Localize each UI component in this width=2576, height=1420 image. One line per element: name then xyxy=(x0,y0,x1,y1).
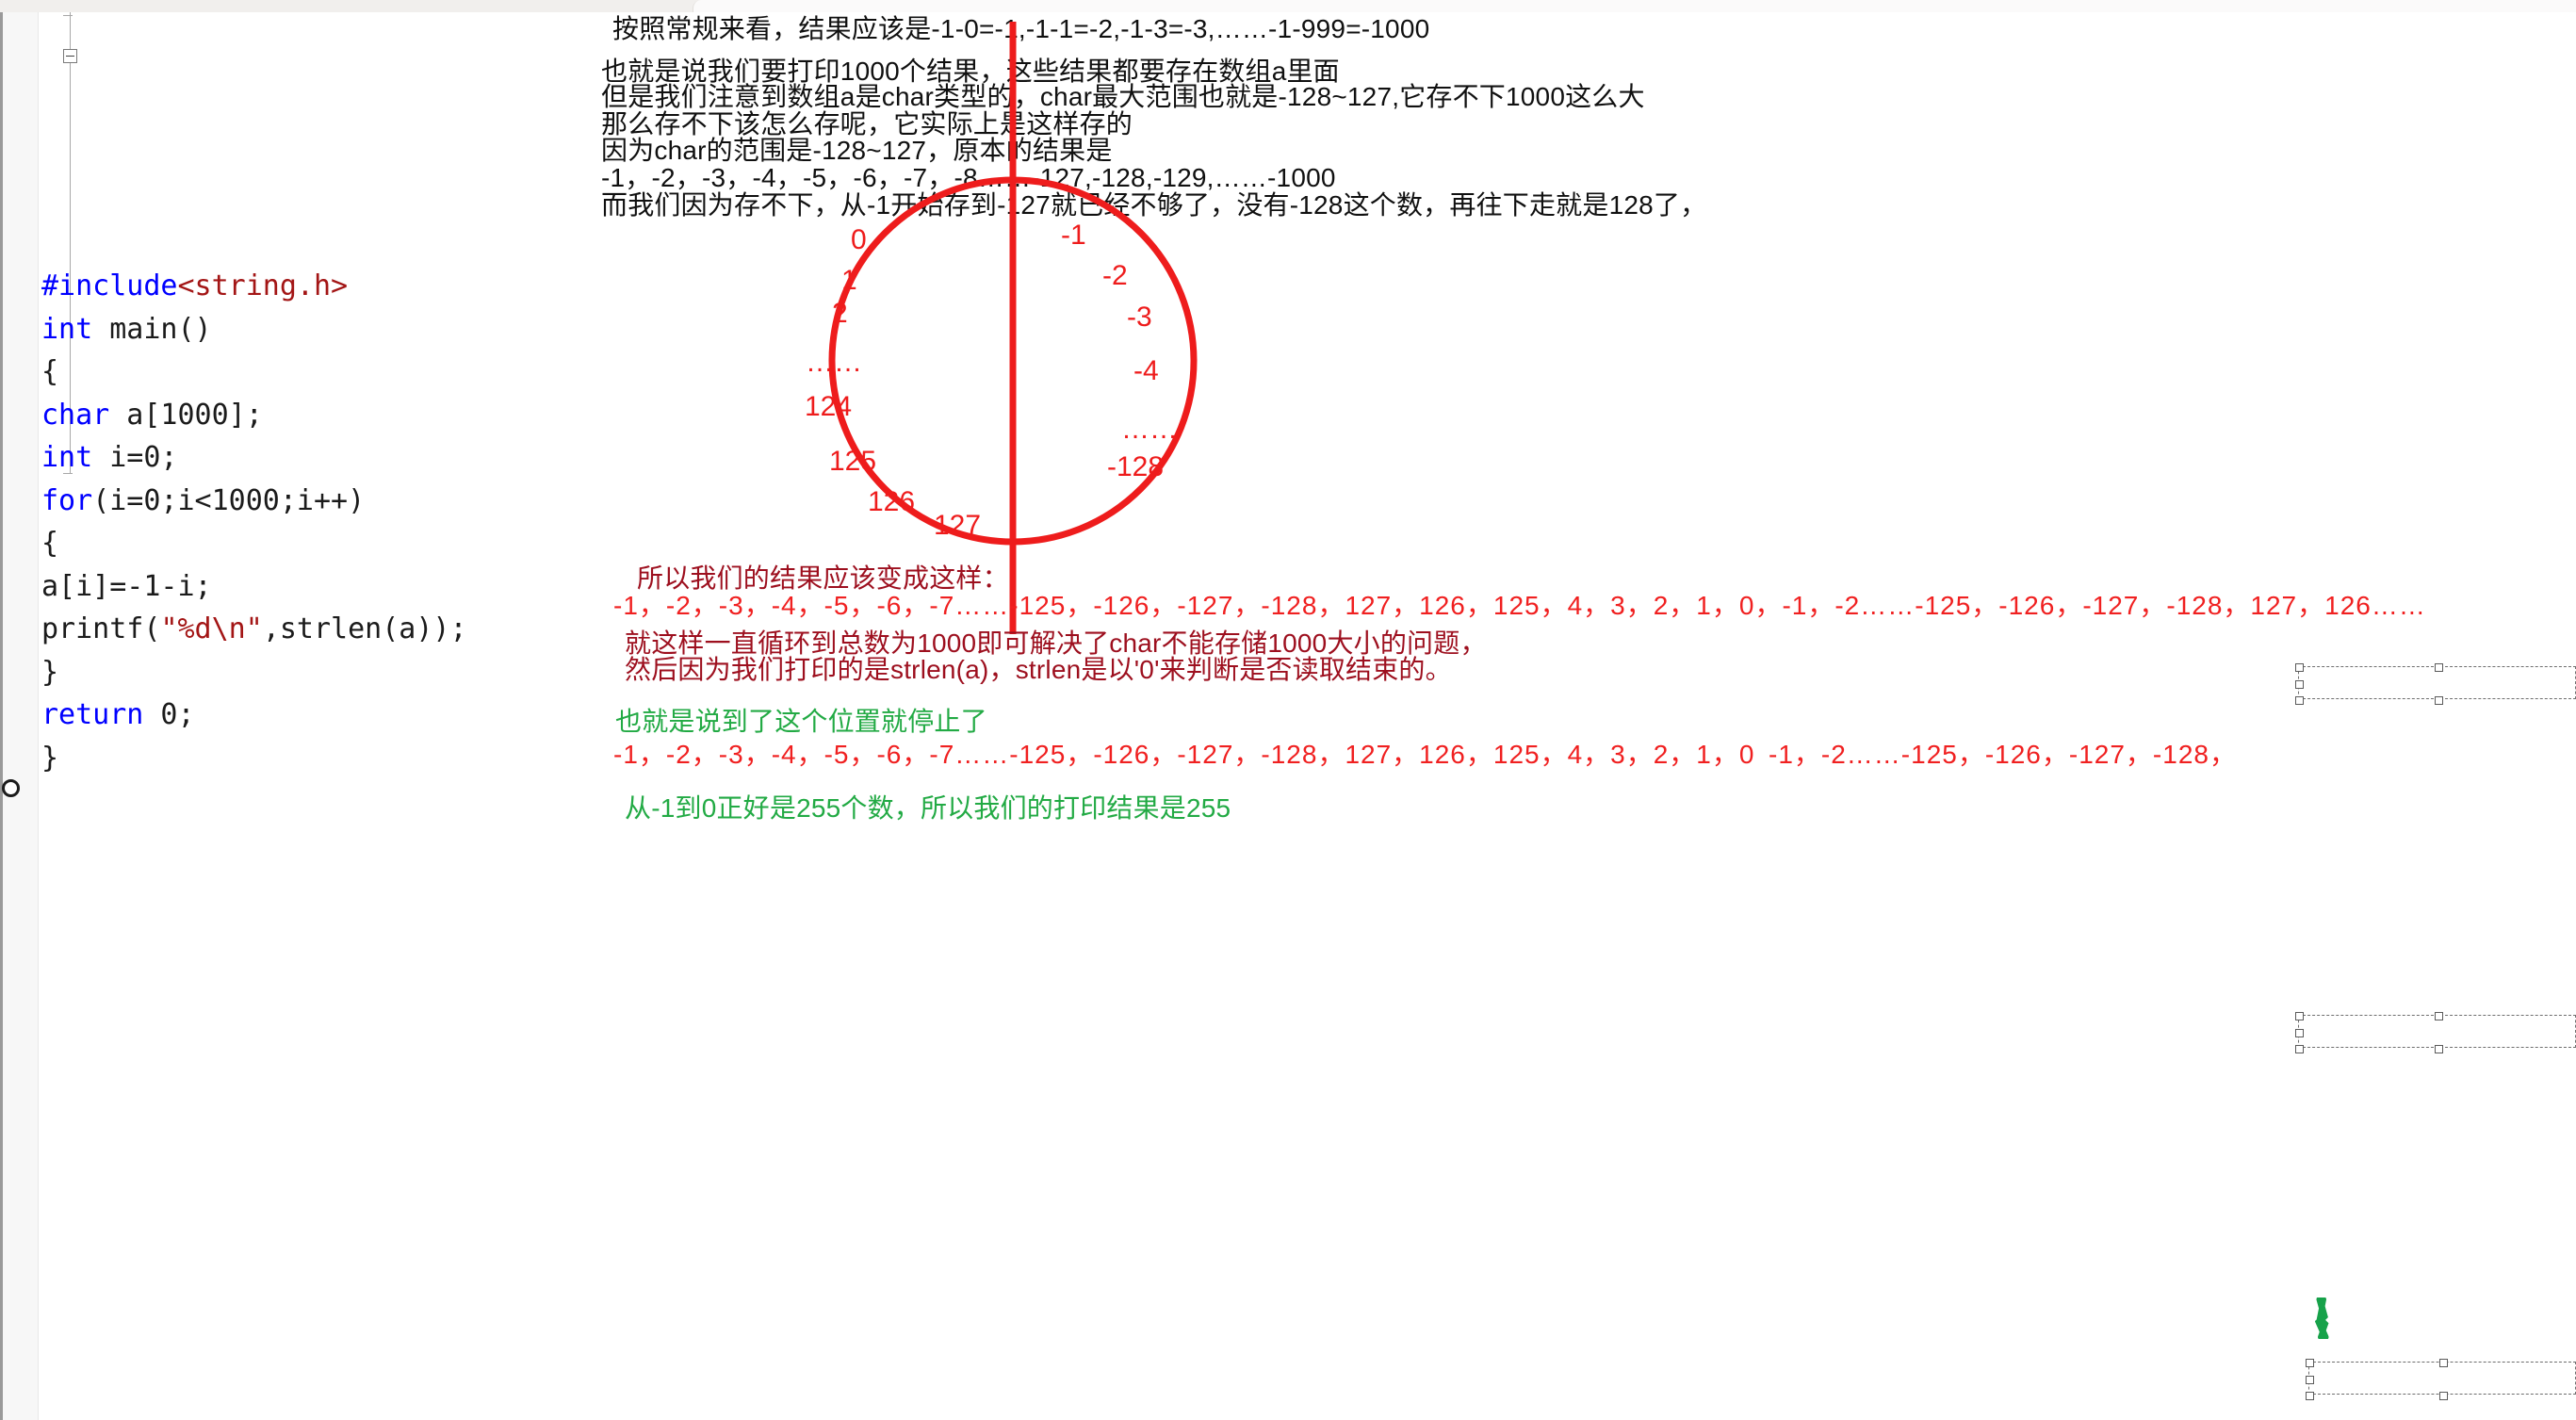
selection-resize-handle[interactable] xyxy=(2434,663,2443,672)
code-line[interactable]: char a[1000]; xyxy=(41,394,563,437)
textbox-selection-outline[interactable] xyxy=(2306,1359,2576,1400)
code-token: return xyxy=(41,698,144,731)
number-sequence-line: -1，-2，-3，-4，-5，-6，-7……-125，-126，-127，-12… xyxy=(613,591,2426,620)
ring-value-label: 2 xyxy=(832,298,848,329)
ring-value-label: …… xyxy=(806,347,862,378)
selection-resize-handle[interactable] xyxy=(2306,1359,2314,1367)
ring-value-label: -128 xyxy=(1107,451,1165,482)
selection-resize-handle[interactable] xyxy=(2434,1012,2443,1020)
code-token: { xyxy=(41,355,59,388)
code-token: } xyxy=(41,741,59,775)
code-token: ,strlen(a)); xyxy=(262,612,467,645)
code-line[interactable]: #include<string.h> xyxy=(41,265,563,308)
textbox-selection-outline[interactable] xyxy=(2295,663,2576,705)
code-line[interactable]: } xyxy=(41,651,563,694)
code-line[interactable]: return 0; xyxy=(41,694,563,737)
code-token: for xyxy=(41,483,93,517)
explanation-paragraph: 而我们因为存不下，从-1开始存到-127就已经不够了，没有-128这个数，再往下… xyxy=(601,190,1707,220)
code-token: printf( xyxy=(41,612,161,645)
code-editor-pane[interactable]: #include<string.h> int main(){char a[1000… xyxy=(0,12,563,1420)
code-token: int xyxy=(41,312,93,346)
number-sequence-line: -1，-2，-3，-4，-5，-6，-7……-125，-126，-127，-12… xyxy=(613,740,1755,769)
selection-resize-handle[interactable] xyxy=(2306,1375,2314,1384)
conclusion-paragraph: 然后因为我们打印的是strlen(a)，strlen是以'0'来判断是否读取结束… xyxy=(625,655,1452,684)
ring-value-label: -3 xyxy=(1127,302,1152,333)
code-token: main() xyxy=(92,312,212,346)
code-text-area[interactable]: #include<string.h> int main(){char a[1000… xyxy=(41,12,563,865)
notes-content-area: 按照常规来看，结果应该是-1-0=-1,-1-1=-2,-1-3=-3,……-1… xyxy=(563,12,2576,1420)
code-token: (i=0;i<1000;i++) xyxy=(92,483,366,517)
breakpoint-circle-icon[interactable] xyxy=(2,779,20,797)
selection-resize-handle[interactable] xyxy=(2295,1012,2304,1020)
selection-resize-handle[interactable] xyxy=(2295,1028,2304,1037)
explanation-paragraph: 但是我们注意到数组a是char类型的，char最大范围也就是-128~127,它… xyxy=(601,82,1645,111)
code-line[interactable]: printf("%d\n",strlen(a)); xyxy=(41,608,563,651)
fold-cap-top-icon xyxy=(63,15,73,16)
selection-resize-handle[interactable] xyxy=(2434,696,2443,705)
gutter-edge-bar xyxy=(0,12,3,1420)
selection-resize-handle[interactable] xyxy=(2306,1392,2314,1400)
ring-value-label: 1 xyxy=(841,265,857,296)
code-line[interactable]: { xyxy=(41,351,563,394)
selection-resize-handle[interactable] xyxy=(2295,679,2304,689)
ring-value-label: -1 xyxy=(1061,220,1086,251)
green-stop-marker-icon xyxy=(2315,1298,2329,1339)
code-token: "%d\n" xyxy=(160,612,263,645)
ring-value-label: …… xyxy=(1121,414,1178,445)
code-line[interactable]: a[i]=-1-i; xyxy=(41,565,563,609)
conclusion-paragraph: 所以我们的结果应该变成这样： xyxy=(637,563,1009,593)
code-line[interactable]: { xyxy=(41,522,563,565)
selection-resize-handle[interactable] xyxy=(2295,663,2304,672)
editor-gutter[interactable] xyxy=(0,12,39,1420)
ring-value-label: -2 xyxy=(1102,260,1128,291)
selection-resize-handle[interactable] xyxy=(2295,1045,2304,1053)
code-line[interactable]: int main() xyxy=(41,308,563,351)
code-token: #include xyxy=(41,269,178,302)
ring-value-label: 126 xyxy=(868,486,916,517)
code-token: char xyxy=(41,398,110,432)
code-line[interactable]: } xyxy=(41,737,563,780)
explanation-paragraph: 因为char的范围是-128~127，原本的结果是 xyxy=(601,136,1113,165)
code-token: { xyxy=(41,527,59,560)
code-token: 0; xyxy=(143,698,195,731)
number-sequence-line: -1，-2……-125，-126，-127，-128， xyxy=(1769,740,2237,769)
code-token: i=0; xyxy=(92,441,178,474)
code-token: int xyxy=(41,441,93,474)
code-token: } xyxy=(41,655,59,689)
window-panel-corner xyxy=(693,0,2576,13)
code-token: a[1000]; xyxy=(109,398,263,432)
ring-value-label: 124 xyxy=(805,391,853,422)
explanation-paragraph: 按照常规来看，结果应该是-1-0=-1,-1-1=-2,-1-3=-3,……-1… xyxy=(612,14,1430,43)
ring-value-label: 0 xyxy=(851,224,867,255)
selection-resize-handle[interactable] xyxy=(2439,1359,2448,1367)
code-token: a[i]=-1-i; xyxy=(41,569,212,603)
code-line[interactable]: int i=0; xyxy=(41,436,563,480)
ring-value-label: 125 xyxy=(829,446,877,477)
selection-resize-handle[interactable] xyxy=(2295,696,2304,705)
result-paragraph: 从-1到0正好是255个数，所以我们的打印结果是255 xyxy=(625,793,1231,823)
ring-value-label: -4 xyxy=(1133,355,1159,386)
fold-collapse-icon[interactable] xyxy=(63,49,77,63)
result-paragraph: 也就是说到了这个位置就停止了 xyxy=(615,707,987,736)
code-token: <string.h> xyxy=(177,269,349,302)
explanation-paragraph: -1，-2，-3，-4，-5，-6，-7，-8……-127,-128,-129,… xyxy=(601,163,1336,192)
selection-resize-handle[interactable] xyxy=(2434,1045,2443,1053)
selection-resize-handle[interactable] xyxy=(2439,1392,2448,1400)
textbox-selection-outline[interactable] xyxy=(2295,1012,2576,1053)
code-line[interactable]: for(i=0;i<1000;i++) xyxy=(41,480,563,523)
ring-value-label: 127 xyxy=(934,510,982,541)
